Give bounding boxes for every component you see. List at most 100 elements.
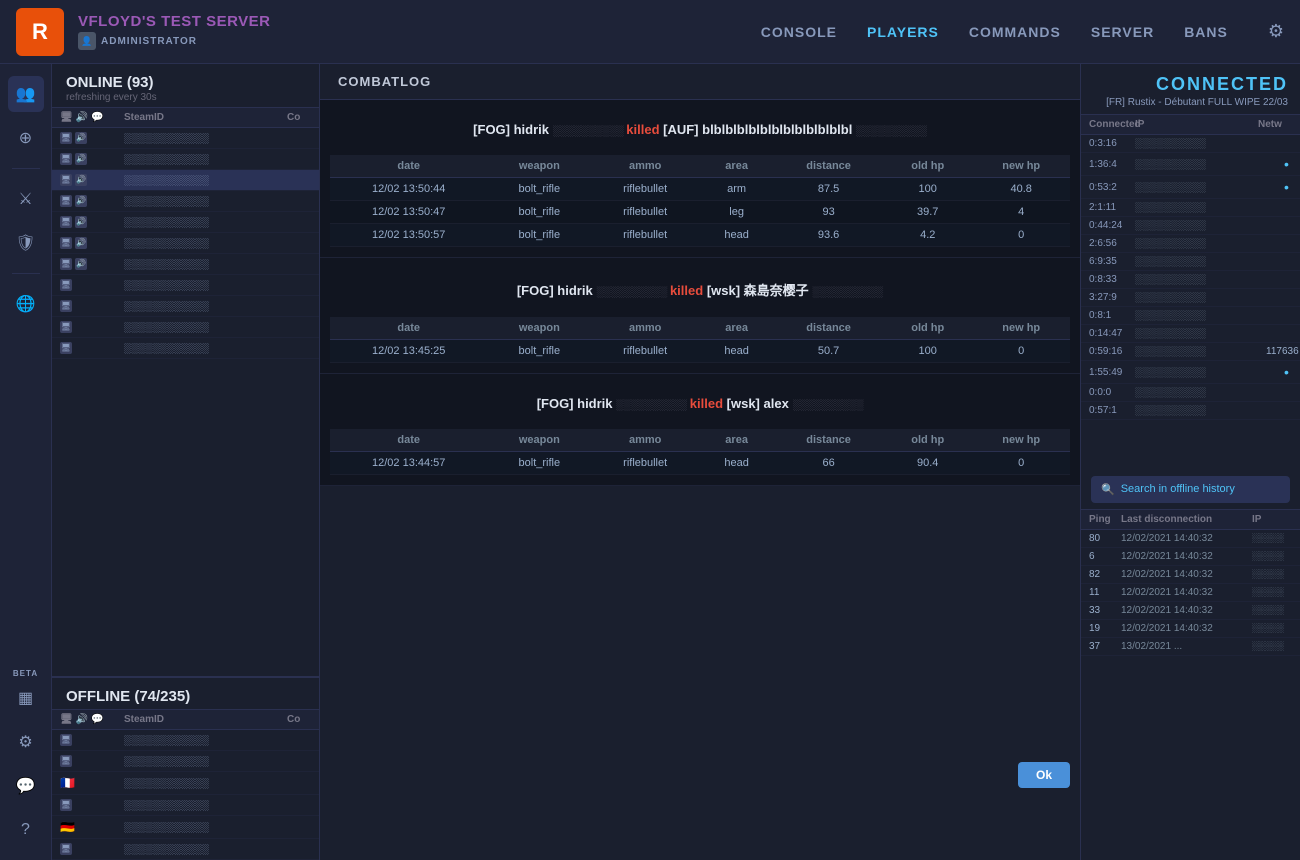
list-item[interactable]: 2:6:56░░░░░░░░░░ xyxy=(1081,235,1300,253)
td-distance: 50.7 xyxy=(774,340,883,363)
sidebar-divider2 xyxy=(12,273,40,274)
table-row[interactable]: 🖥░░░░░░░░░░░░ xyxy=(52,795,319,816)
row-monitor-icon: 🖥 xyxy=(60,342,72,354)
table-row[interactable]: 🖥 ░░░░░░░░░░░░ xyxy=(52,317,319,338)
table-row[interactable]: 🖥🔊░░░░░░░░░░░░ xyxy=(52,254,319,275)
kill-table-header-row-1: date weapon ammo area distance old hp ne… xyxy=(330,155,1070,178)
player-steam-id: ░░░░░░░░░░░░ xyxy=(124,735,283,746)
td-newhp: 0 xyxy=(972,340,1070,363)
sidebar-knife-icon[interactable]: ⚔ xyxy=(8,181,44,217)
conn-time: 2:1:11 xyxy=(1089,202,1131,213)
right-panel-header: CONNECTED [FR] Rustix - Débutant FULL WI… xyxy=(1081,64,1300,115)
row-flag-icon: 🇫🇷 xyxy=(60,776,75,790)
list-item[interactable]: 1:55:49░░░░░░░░░░• xyxy=(1081,361,1300,384)
nav-server[interactable]: SERVER xyxy=(1091,24,1154,40)
th-weapon: weapon xyxy=(487,155,591,178)
list-item[interactable]: 612/02/2021 14:40:32░░░░░ xyxy=(1081,548,1300,566)
sidebar-crosshair-icon[interactable]: ⊕ xyxy=(8,120,44,156)
list-item[interactable]: 0:3:16░░░░░░░░░░ xyxy=(1081,135,1300,153)
table-row[interactable]: 🇩🇪░░░░░░░░░░░░ xyxy=(52,816,319,839)
sidebar-globe-icon[interactable]: 🌐 xyxy=(8,286,44,322)
kill-table-1: date weapon ammo area distance old hp ne… xyxy=(330,155,1070,247)
table-row[interactable]: 🖥░░░░░░░░░░░░ xyxy=(52,751,319,772)
table-row[interactable]: 🖥 ░░░░░░░░░░░░ xyxy=(52,275,319,296)
server-info: VFLOYD'S TEST SERVER 👤 ADMINISTRATOR xyxy=(78,13,271,50)
conn-time: 0:57:1 xyxy=(1089,405,1131,416)
table-row[interactable]: 🖥🔊░░░░░░░░░░░░ xyxy=(52,128,319,149)
table-row[interactable]: 🖥🔊░░░░░░░░░░░░ xyxy=(52,191,319,212)
kill-table-3: date weapon ammo area distance old hp ne… xyxy=(330,429,1070,475)
offline-table-header: 🖥 🔊 💬 SteamID Co xyxy=(52,709,319,730)
list-item[interactable]: 0:14:47░░░░░░░░░░ xyxy=(1081,325,1300,343)
row-monitor-icon: 🖥 xyxy=(60,216,72,228)
table-row[interactable]: 🇫🇷░░░░░░░░░░░░ xyxy=(52,772,319,795)
table-row[interactable]: 🖥🔊░░░░░░░░░░░░ xyxy=(52,149,319,170)
list-item[interactable]: 0:57:1░░░░░░░░░░ xyxy=(1081,402,1300,420)
nav-console[interactable]: CONSOLE xyxy=(761,24,837,40)
sidebar-users-icon[interactable]: 👥 xyxy=(8,76,44,112)
row-monitor-icon: 🖥 xyxy=(60,132,72,144)
kill-row: 12/02 13:44:57 bolt_rifle riflebullet he… xyxy=(330,452,1070,475)
player-steam-id: ░░░░░░░░░░░░ xyxy=(124,322,283,333)
td-distance: 87.5 xyxy=(774,178,883,201)
player-steam-id: ░░░░░░░░░░░░ xyxy=(124,280,283,291)
ip-val: ░░░░░ xyxy=(1252,569,1292,579)
attacker-extra-1: ░░░░░░░░░░ xyxy=(553,126,627,137)
col-ping-header: Ping xyxy=(1089,514,1117,525)
row-monitor-icon: 🖥 xyxy=(60,258,72,270)
nav-bans[interactable]: BANS xyxy=(1184,24,1228,40)
table-row[interactable]: 🖥░░░░░░░░░░░░ xyxy=(52,296,319,317)
list-item[interactable]: 0:8:33░░░░░░░░░░ xyxy=(1081,271,1300,289)
list-item[interactable]: 8212/02/2021 14:40:32░░░░░ xyxy=(1081,566,1300,584)
list-item[interactable]: 1112/02/2021 14:40:32░░░░░ xyxy=(1081,584,1300,602)
kill-block-3: [FOG] hidrik ░░░░░░░░░░ killed [wsk] ale… xyxy=(320,374,1080,486)
conn-time: 2:6:56 xyxy=(1089,238,1131,249)
table-row[interactable]: 🖥░░░░░░░░░░░░ xyxy=(52,730,319,751)
sidebar-help-icon[interactable]: ? xyxy=(8,812,44,848)
ok-button[interactable]: Ok xyxy=(1018,762,1070,788)
list-item[interactable]: 3312/02/2021 14:40:32░░░░░ xyxy=(1081,602,1300,620)
sidebar-discord-icon[interactable]: 💬 xyxy=(8,768,44,804)
ip-val: ░░░░░ xyxy=(1252,587,1292,597)
col-co-header: Co xyxy=(287,112,311,123)
conn-time: 0:8:1 xyxy=(1089,310,1131,321)
th-distance: distance xyxy=(774,429,883,452)
table-row[interactable]: 🖥░░░░░░░░░░░░ xyxy=(52,839,319,860)
search-offline-button[interactable]: 🔍 Search in offline history xyxy=(1091,476,1290,503)
row-monitor-icon: 🖥 xyxy=(60,279,72,291)
list-item[interactable]: 3:27:9░░░░░░░░░░ xyxy=(1081,289,1300,307)
list-item[interactable]: 6:9:35░░░░░░░░░░ xyxy=(1081,253,1300,271)
app-logo: R xyxy=(16,8,64,56)
th-date: date xyxy=(330,155,487,178)
td-ammo: riflebullet xyxy=(591,224,699,247)
nav-commands[interactable]: COMMANDS xyxy=(969,24,1061,40)
list-item[interactable]: 1:36:4░░░░░░░░░░• xyxy=(1081,153,1300,176)
td-weapon: bolt_rifle xyxy=(487,201,591,224)
kill-row: 12/02 13:45:25 bolt_rifle riflebullet he… xyxy=(330,340,1070,363)
list-item[interactable]: 8012/02/2021 14:40:32░░░░░ xyxy=(1081,530,1300,548)
table-row[interactable]: 🖥🔊░░░░░░░░░░░░ xyxy=(52,170,319,191)
sidebar-gear-icon[interactable]: ⚙ xyxy=(8,724,44,760)
list-item[interactable]: 2:1:11░░░░░░░░░░ xyxy=(1081,199,1300,217)
list-item[interactable]: 0:8:1░░░░░░░░░░ xyxy=(1081,307,1300,325)
settings-icon[interactable]: ⚙ xyxy=(1268,21,1284,42)
nav-players[interactable]: PLAYERS xyxy=(867,24,939,40)
kill-summary-1: [FOG] hidrik ░░░░░░░░░░ killed [AUF] blb… xyxy=(330,118,1070,141)
list-item[interactable]: 0:44:24░░░░░░░░░░ xyxy=(1081,217,1300,235)
table-row[interactable]: 🖥🔊░░░░░░░░░░░░ xyxy=(52,233,319,254)
list-item[interactable]: 0:0:0░░░░░░░░░░ xyxy=(1081,384,1300,402)
list-item[interactable]: 1912/02/2021 14:40:32░░░░░ xyxy=(1081,620,1300,638)
table-row[interactable]: 🖥░░░░░░░░░░░░ xyxy=(52,338,319,359)
server-name: VFLOYD'S TEST SERVER xyxy=(78,13,271,30)
table-row[interactable]: 🖥🔊░░░░░░░░░░░░ xyxy=(52,212,319,233)
sidebar-grid-icon[interactable]: ▦ xyxy=(8,680,44,716)
list-item[interactable]: 0:53:2░░░░░░░░░░• xyxy=(1081,176,1300,199)
combatlog-area: COMBATLOG [FOG] hidrik ░░░░░░░░░░ killed… xyxy=(320,64,1080,486)
list-item[interactable]: 0:59:16░░░░░░░░░░117636 xyxy=(1081,343,1300,361)
row-monitor-icon: 🖥 xyxy=(60,321,72,333)
player-steam-id: ░░░░░░░░░░░░ xyxy=(124,301,283,312)
list-item[interactable]: 3713/02/2021 ...░░░░░ xyxy=(1081,638,1300,656)
td-newhp: 0 xyxy=(972,224,1070,247)
sidebar-shield-icon[interactable]: 🛡 xyxy=(8,225,44,261)
sidebar-divider xyxy=(12,168,40,169)
